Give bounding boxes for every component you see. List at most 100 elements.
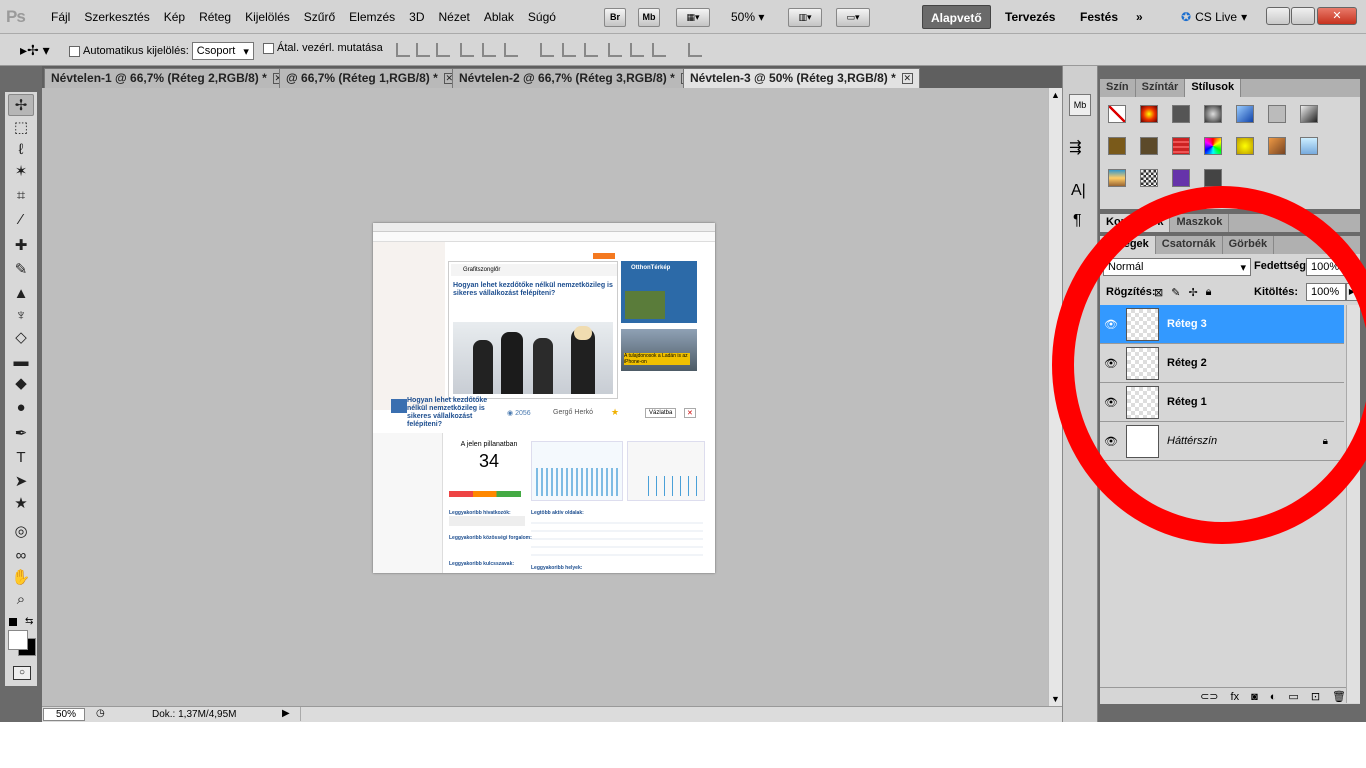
style-swatch[interactable] [1102, 131, 1132, 161]
hand-tool-icon[interactable]: ✋ [8, 566, 34, 588]
tab-document-2[interactable]: @ 66,7% (Réteg 1,RGB/8) * ✕ [279, 68, 462, 88]
auto-select-option[interactable]: Automatikus kijelölés: Csoport ▾ [69, 42, 254, 60]
style-swatch[interactable] [1230, 99, 1260, 129]
menu-edit[interactable]: Szerkesztés [77, 10, 156, 24]
scroll-up-icon[interactable]: ▲ [1051, 90, 1060, 100]
style-swatch[interactable] [1198, 131, 1228, 161]
blend-mode-dropdown[interactable]: Normál ▾ [1103, 258, 1251, 276]
style-none[interactable] [1102, 99, 1132, 129]
document-image[interactable]: Grafitszonglőr Hogyan lehet kezdőtőke né… [373, 223, 715, 573]
style-swatch[interactable] [1166, 163, 1196, 193]
layer-row-reteg-1[interactable]: 👁︎ Réteg 1 [1100, 383, 1344, 422]
layer-row-reteg-2[interactable]: 👁︎ Réteg 2 [1100, 344, 1344, 383]
foreground-color-swatch[interactable] [8, 630, 28, 650]
star-icon[interactable]: ★ [611, 407, 619, 418]
tab-styles[interactable]: Stílusok [1185, 79, 1242, 97]
view-extras-icon[interactable]: ▦▾ [676, 8, 710, 27]
crop-tool-icon[interactable]: ⌗ [8, 184, 34, 206]
tab-channels[interactable]: Csatornák [1156, 236, 1223, 254]
tab-paths[interactable]: Görbék [1223, 236, 1275, 254]
lock-image-icon[interactable]: ✎ [1171, 286, 1180, 299]
show-transform-checkbox[interactable] [263, 42, 274, 54]
tab-document-1[interactable]: Névtelen-1 @ 66,7% (Réteg 2,RGB/8) *✕ [44, 68, 291, 88]
style-swatch[interactable] [1262, 131, 1292, 161]
opacity-slider-button[interactable]: ▶ [1346, 258, 1358, 276]
fill-slider-button[interactable]: ▶ [1346, 283, 1358, 301]
link-layers-icon[interactable]: ⊂⊃ [1200, 690, 1218, 703]
align-hcenter-icon[interactable] [482, 43, 496, 57]
menu-help[interactable]: Súgó [521, 10, 563, 24]
align-top-icon[interactable] [396, 43, 410, 57]
quick-select-tool-icon[interactable]: ✶ [8, 160, 34, 182]
distribute-top-icon[interactable] [540, 43, 554, 57]
auto-align-icon[interactable] [688, 43, 702, 57]
style-swatch[interactable] [1102, 163, 1132, 193]
menu-file[interactable]: Fájl [44, 10, 77, 24]
show-transform-option[interactable]: Átal. vezérl. mutatása [263, 42, 383, 54]
close-button[interactable]: ✕ [1317, 7, 1357, 25]
minibridge-button[interactable]: Mb [638, 8, 660, 27]
tab-document-4[interactable]: Névtelen-3 @ 50% (Réteg 3,RGB/8) * ✕ [683, 68, 920, 88]
healing-brush-tool-icon[interactable]: ✚ [8, 234, 34, 256]
workspace-painting[interactable]: Festés [1072, 5, 1126, 29]
bridge-button[interactable]: Br [604, 8, 626, 27]
screen-mode-icon[interactable]: ▭▾ [836, 8, 870, 27]
layer-style-icon[interactable]: fx [1231, 691, 1240, 703]
status-menu-icon[interactable]: ▶ [282, 708, 290, 719]
layers-scrollbar[interactable] [1346, 305, 1360, 703]
history-panel-icon[interactable]: ⇶ [1069, 138, 1082, 156]
lock-transparency-icon[interactable]: ⊠ [1154, 286, 1163, 299]
style-swatch[interactable] [1134, 99, 1164, 129]
visibility-eye-icon[interactable]: 👁︎ [1100, 396, 1122, 409]
tab-layers[interactable]: Rétegek [1100, 236, 1156, 254]
minibridge-panel-icon[interactable]: Mb [1069, 94, 1091, 116]
menu-layer[interactable]: Réteg [192, 10, 238, 24]
menu-analysis[interactable]: Elemzés [342, 10, 402, 24]
menu-image[interactable]: Kép [157, 10, 192, 24]
style-swatch[interactable] [1166, 131, 1196, 161]
brush-tool-icon[interactable]: ✎ [8, 258, 34, 280]
tab-close-icon[interactable]: ✕ [901, 73, 913, 84]
new-adjustment-icon[interactable]: ◐ [1270, 691, 1277, 703]
style-swatch[interactable] [1166, 99, 1196, 129]
scroll-down-icon[interactable]: ▼ [1051, 694, 1060, 704]
dodge-tool-icon[interactable]: ● [8, 396, 34, 418]
workspace-more-icon[interactable]: » [1128, 5, 1151, 29]
arrange-documents-icon[interactable]: ▥▾ [788, 8, 822, 27]
align-vcenter-icon[interactable] [416, 43, 430, 57]
shape-tool-icon[interactable]: ★ [8, 492, 34, 514]
distribute-left-icon[interactable] [608, 43, 622, 57]
minimize-button[interactable] [1266, 7, 1290, 25]
fill-field[interactable]: 100% [1306, 283, 1346, 301]
default-colors-icon[interactable] [9, 618, 17, 626]
quick-mask-icon[interactable]: ○ [13, 666, 31, 680]
align-bottom-icon[interactable] [436, 43, 450, 57]
add-mask-icon[interactable]: ◙ [1251, 691, 1258, 703]
new-group-icon[interactable]: ▭ [1288, 690, 1298, 703]
menu-filter[interactable]: Szűrő [297, 10, 342, 24]
menu-3d[interactable]: 3D [402, 10, 431, 24]
workspace-essentials[interactable]: Alapvető [922, 5, 991, 29]
distribute-bottom-icon[interactable] [584, 43, 598, 57]
lasso-tool-icon[interactable]: ℓ [8, 138, 34, 160]
zoom-level[interactable]: 50% ▾ [731, 10, 764, 24]
menu-view[interactable]: Nézet [432, 10, 477, 24]
eyedropper-tool-icon[interactable]: ⁄ [8, 208, 34, 230]
blur-tool-icon[interactable]: ◆ [8, 372, 34, 394]
style-swatch[interactable] [1230, 131, 1260, 161]
swap-colors-icon[interactable]: ⇆ [25, 616, 33, 627]
tab-document-3[interactable]: Névtelen-2 @ 66,7% (Réteg 3,RGB/8) *✕ [452, 68, 699, 88]
style-swatch[interactable] [1134, 163, 1164, 193]
visibility-eye-icon[interactable]: 👁︎ [1100, 318, 1122, 331]
lock-position-icon[interactable]: ✢ [1188, 286, 1197, 299]
tab-swatches[interactable]: Színtár [1136, 79, 1186, 97]
tab-masks[interactable]: Maszkok [1170, 214, 1230, 232]
paragraph-panel-icon[interactable]: ¶ [1073, 212, 1082, 230]
lock-all-icon[interactable]: 🔒︎ [1206, 286, 1212, 299]
style-swatch[interactable] [1294, 131, 1324, 161]
marquee-tool-icon[interactable]: ⬚ [8, 116, 34, 138]
move-tool-icon[interactable]: ✢ [8, 94, 34, 116]
new-layer-icon[interactable]: ⊡ [1311, 690, 1320, 703]
tab-color[interactable]: Szín [1100, 79, 1136, 97]
path-select-tool-icon[interactable]: ➤ [8, 470, 34, 492]
